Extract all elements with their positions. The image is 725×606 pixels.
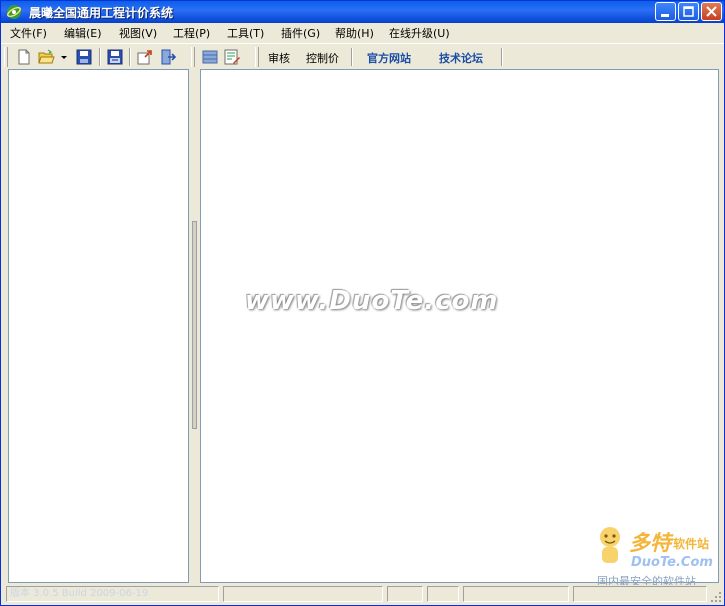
app-logo-icon [7,5,21,19]
exit-icon[interactable] [159,48,177,66]
title-bar[interactable]: 晨曦全国通用工程计价系统 [1,1,724,23]
tech-forum-link[interactable]: 技术论坛 [439,50,483,66]
logo-brand-sub: 软件站 [673,537,710,551]
menu-edit[interactable]: 编辑(E) [64,25,102,41]
edit-sheet-icon[interactable] [223,48,241,66]
close-icon [706,6,717,17]
window-title: 晨曦全国通用工程计价系统 [29,6,174,20]
audit-button[interactable]: 审核 [268,50,290,66]
toolbar-grip[interactable] [191,47,195,67]
watermark-text: www.DuoTe.com [245,286,499,316]
close-button[interactable] [701,2,722,21]
status-panel [223,586,383,602]
menu-plugins[interactable]: 插件(G) [281,25,320,41]
menu-online-upgrade[interactable]: 在线升级(U) [389,25,450,41]
open-folder-icon[interactable] [37,48,55,66]
workspace-pane[interactable]: www.DuoTe.com [200,69,719,583]
minimize-icon [661,14,669,17]
toolbar-separator [501,48,503,66]
resize-grip-icon[interactable] [710,591,722,603]
dropdown-arrow-icon[interactable] [59,48,69,66]
minimize-button[interactable] [655,2,676,21]
toolbar-grip[interactable] [4,47,8,67]
status-version: 版本 3.0.5 Build 2009-06-19 [6,586,219,602]
maximize-icon [683,6,694,17]
toolbar-grip[interactable] [255,47,259,67]
export-icon[interactable] [136,48,154,66]
status-panel [573,586,707,602]
save-icon[interactable] [75,48,93,66]
duote-logo-badge: 多特 软件站 DuoTe.Com 国内最安全的软件站 [591,523,723,591]
status-panel [427,586,459,602]
splitter-handle[interactable] [192,221,197,429]
toolbar: 审核 控制价 官方网站 技术论坛 [1,43,724,70]
official-site-link[interactable]: 官方网站 [367,50,411,66]
menu-file[interactable]: 文件(F) [10,25,47,41]
menu-bar: 文件(F) 编辑(E) 视图(V) 工程(P) 工具(T) 插件(G) 帮助(H… [1,23,724,42]
project-tree-pane[interactable] [8,69,189,583]
control-price-button[interactable]: 控制价 [306,50,339,66]
toolbar-separator [99,48,101,66]
new-file-icon[interactable] [15,48,33,66]
menu-help[interactable]: 帮助(H) [335,25,374,41]
menu-tools[interactable]: 工具(T) [227,25,264,41]
status-bar: 版本 3.0.5 Build 2009-06-19 [1,585,724,605]
menu-view[interactable]: 视图(V) [119,25,157,41]
save-as-icon[interactable] [106,48,124,66]
app-window: 晨曦全国通用工程计价系统 文件(F) 编辑(E) 视图(V) 工程(P) 工具(… [0,0,725,606]
database-icon[interactable] [201,48,219,66]
status-panel [387,586,423,602]
mascot-icon [600,527,620,563]
toolbar-separator [351,48,353,66]
menu-project[interactable]: 工程(P) [173,25,210,41]
pane-splitter[interactable] [191,69,199,583]
maximize-button[interactable] [678,2,699,21]
logo-url: DuoTe.Com [631,555,713,570]
logo-brand: 多特 [629,531,671,555]
toolbar-separator [129,48,131,66]
status-panel [463,586,569,602]
